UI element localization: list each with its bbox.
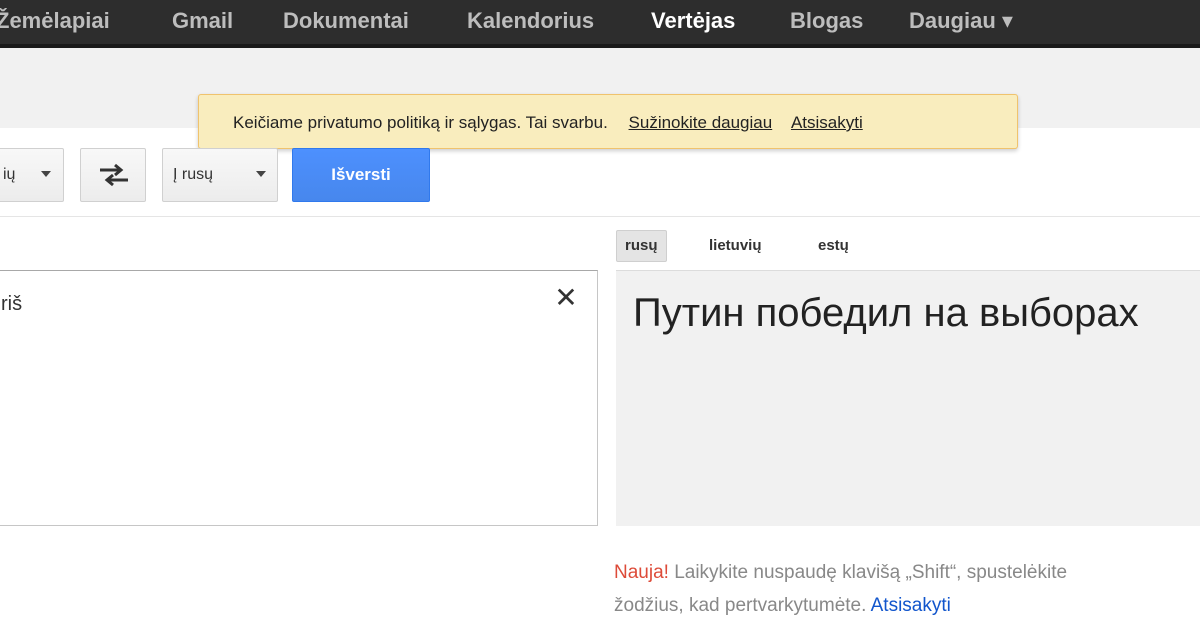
tip-line-1: Nauja! Laikykite nuspaudę klavišą „Shift… [614,556,1067,589]
source-language-select[interactable]: ių [0,148,64,202]
top-nav-bar: Žemėlapiai Gmail Dokumentai Kalendorius … [0,0,1200,44]
target-language-select[interactable]: Į rusų [162,148,278,202]
translation-result: Путин победил на выборах [633,291,1139,335]
notice-text: Keičiame privatumo politiką ir sąlygas. … [233,113,608,132]
nav-maps[interactable]: Žemėlapiai [0,6,110,36]
translate-button[interactable]: Išversti [292,148,430,202]
source-text: riš [1,293,23,315]
nav-translate[interactable]: Vertėjas [651,6,735,36]
toolbar-divider [0,216,1200,217]
nav-gmail[interactable]: Gmail [172,6,233,36]
tip-message: Nauja! Laikykite nuspaudę klavišą „Shift… [614,556,1067,622]
tip-text-2: žodžius, kad pertvarkytumėte. [614,595,867,616]
translation-result-panel: Путин победил на выборах [616,270,1200,526]
chevron-down-icon [256,171,266,177]
tip-line-2: žodžius, kad pertvarkytumėte. Atsisakyti [614,589,1067,622]
swap-languages-button[interactable] [80,148,146,202]
tab-lithuanian[interactable]: lietuvių [709,230,762,262]
nav-docs[interactable]: Dokumentai [283,6,409,36]
nav-more[interactable]: Daugiau ▾ [909,6,1013,36]
privacy-notice: Keičiame privatumo politiką ir sąlygas. … [198,94,1018,149]
tab-russian[interactable]: rusų [616,230,667,262]
close-icon[interactable]: ✕ [551,283,581,313]
nav-blog[interactable]: Blogas [790,6,863,36]
tip-text-1: Laikykite nuspaudę klavišą „Shift“, spus… [674,562,1068,583]
chevron-down-icon [41,171,51,177]
tip-new-label: Nauja! [614,562,669,583]
target-language-label: Į rusų [173,166,214,183]
notice-dismiss-link[interactable]: Atsisakyti [791,113,863,132]
tip-dismiss-link[interactable]: Atsisakyti [871,595,951,616]
learn-more-link[interactable]: Sužinokite daugiau [629,113,773,132]
swap-arrows-icon [100,163,128,187]
source-language-label: ių [3,166,16,183]
nav-calendar[interactable]: Kalendorius [467,6,594,36]
source-text-area[interactable]: riš ✕ [0,270,598,526]
tab-estonian[interactable]: estų [818,230,849,262]
